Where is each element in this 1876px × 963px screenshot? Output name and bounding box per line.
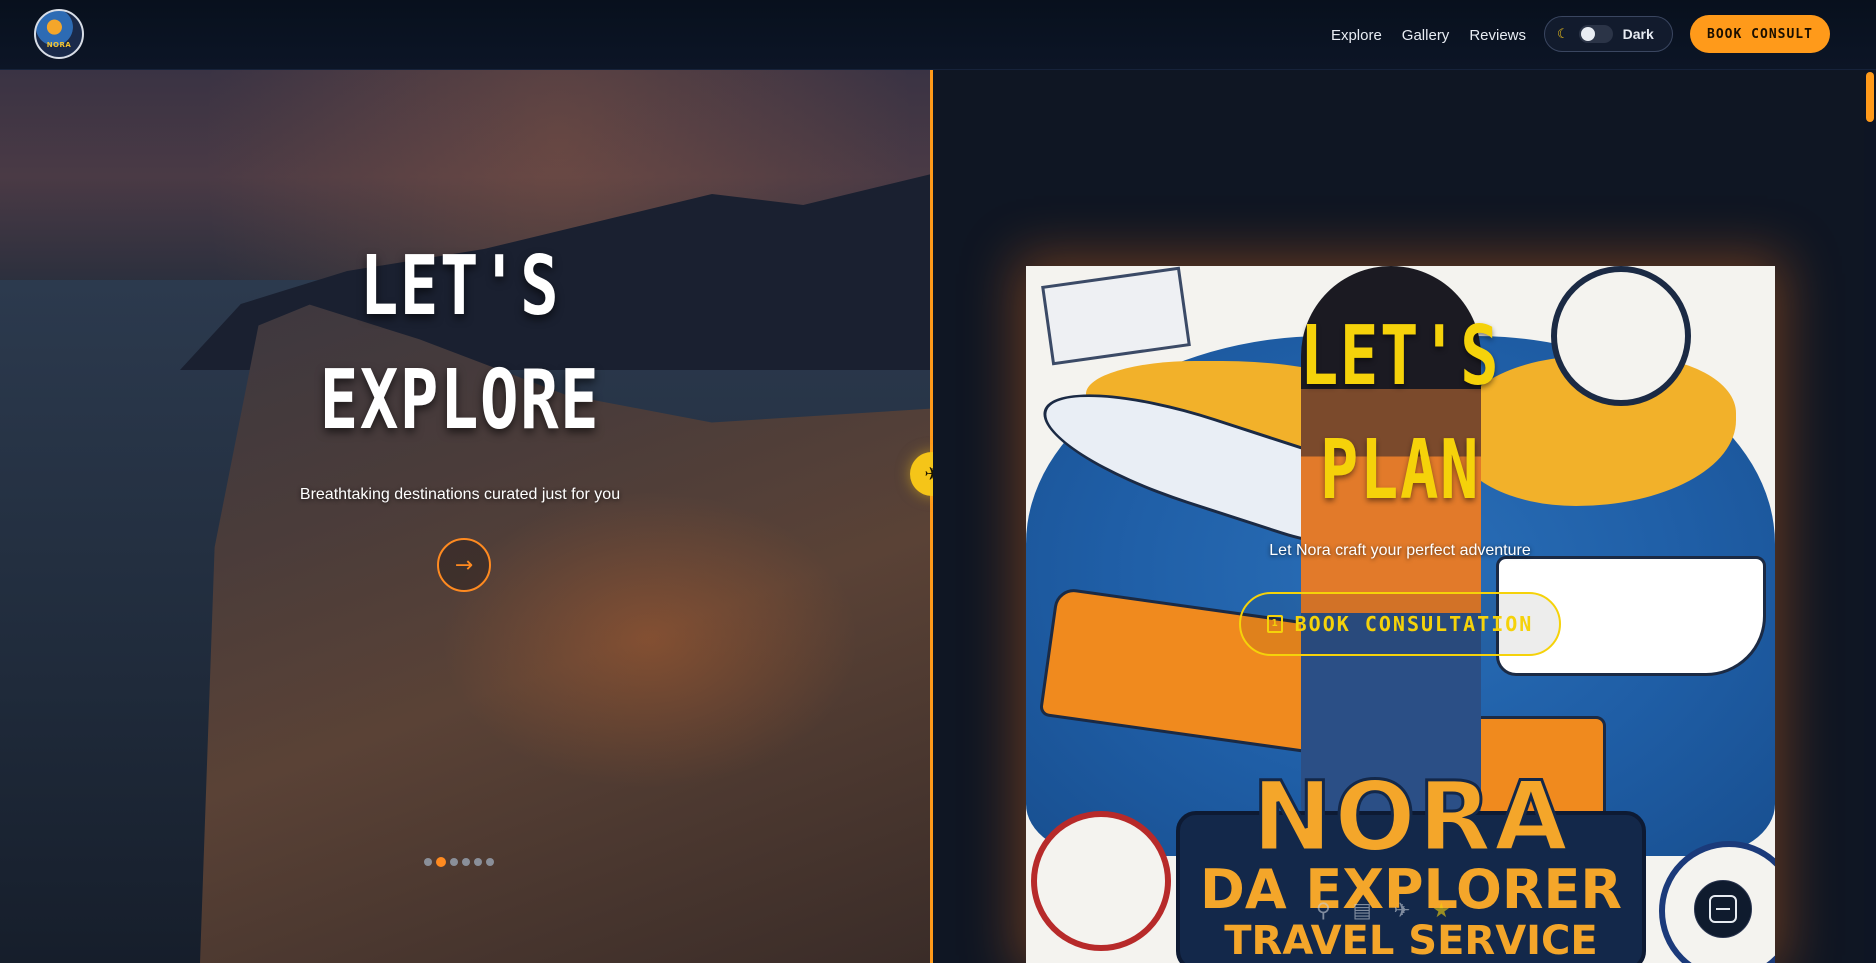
logo[interactable]: NORA <box>34 9 84 59</box>
scan-icon <box>1709 895 1737 923</box>
slide-dot[interactable] <box>474 858 482 866</box>
right-hero-title: LET'S PLAN <box>1267 300 1532 528</box>
logo-text: NORA <box>46 41 72 49</box>
left-title-line2: EXPLORE <box>319 353 601 448</box>
theme-toggle-label: Dark <box>1622 26 1654 42</box>
next-slide-button[interactable]: → <box>437 538 491 592</box>
book-consultation-button[interactable]: 1 BOOK CONSULTATION <box>1239 592 1561 656</box>
left-hero-title: LET'S EXPLORE <box>312 230 608 458</box>
book-icon[interactable]: ▤ <box>1353 898 1372 922</box>
book-consult-button[interactable]: BOOK CONSULT <box>1690 15 1830 53</box>
nav-link-gallery[interactable]: Gallery <box>1402 27 1450 44</box>
slide-dot[interactable] <box>462 858 470 866</box>
poster-brand-line3: TRAVEL SERVICE <box>1224 918 1598 963</box>
theme-toggle[interactable]: ☾ Dark <box>1544 16 1673 52</box>
page-scrollbar[interactable] <box>1864 70 1876 963</box>
poster-stamp <box>1551 266 1691 406</box>
right-hero-subtitle: Let Nora craft your perfect adventure <box>1269 542 1531 559</box>
right-hero-content: LET'S PLAN <box>1230 300 1570 528</box>
slide-indicators <box>424 857 494 867</box>
left-hero-content: LET'S EXPLORE Breathtaking destinations … <box>270 230 650 506</box>
slide-dot-active[interactable] <box>436 857 446 867</box>
scroll-thumb[interactable] <box>1866 72 1874 122</box>
village-lights <box>440 490 860 790</box>
floating-mini-nav: ⚲ ▤ ✈ ★ <box>1316 898 1450 922</box>
book-consultation-label: BOOK CONSULTATION <box>1294 612 1534 636</box>
nav-links: Explore Gallery Reviews <box>1331 0 1526 70</box>
slide-dot[interactable] <box>450 858 458 866</box>
pin-icon[interactable]: ⚲ <box>1316 898 1331 922</box>
theme-switch[interactable] <box>1578 25 1613 43</box>
poster-stamp <box>1031 811 1171 951</box>
right-title-line2: PLAN <box>1319 423 1481 518</box>
arrow-right-icon: → <box>454 552 474 578</box>
right-title-line1: LET'S <box>1299 309 1501 404</box>
switch-knob <box>1580 27 1595 41</box>
moon-icon: ☾ <box>1557 26 1569 42</box>
poster-brand-name: NORA <box>1250 760 1571 875</box>
plane-icon[interactable]: ✈ <box>1394 898 1411 922</box>
left-hero-panel <box>0 70 931 963</box>
scan-button[interactable] <box>1694 880 1752 938</box>
calendar-icon: 1 <box>1266 615 1283 633</box>
nav-link-reviews[interactable]: Reviews <box>1469 27 1526 44</box>
slide-dot[interactable] <box>424 858 432 866</box>
star-icon[interactable]: ★ <box>1432 898 1450 922</box>
slide-dot[interactable] <box>486 858 494 866</box>
poster-stamp <box>1041 266 1191 366</box>
navbar: NORA Explore Gallery Reviews ☾ Dark BOOK… <box>0 0 1876 70</box>
left-hero-subtitle: Breathtaking destinations curated just f… <box>299 486 621 503</box>
left-title-line1: LET'S <box>359 239 561 334</box>
nav-link-explore[interactable]: Explore <box>1331 27 1382 44</box>
